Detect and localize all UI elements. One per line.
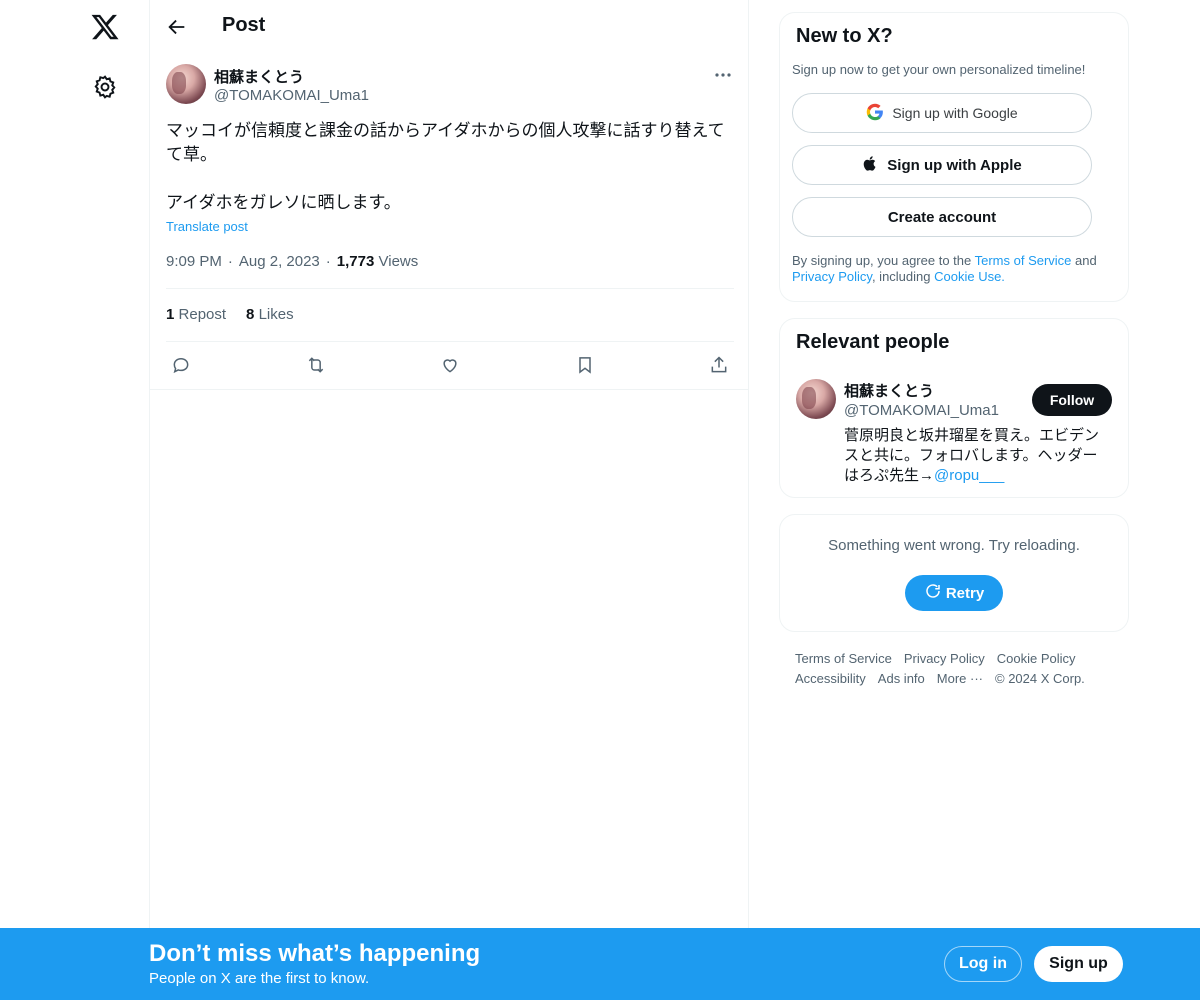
top-bar: Post [150,0,748,54]
divider [166,341,734,342]
new-to-x-card: New to X? Sign up now to get your own pe… [779,12,1129,302]
likes-stat[interactable]: 8 Likes [246,306,294,323]
author-handle[interactable]: @TOMAKOMAI_Uma1 [214,87,369,104]
follow-button[interactable]: Follow [1032,384,1112,416]
footer-link-cookie[interactable]: Cookie Policy [997,651,1076,666]
google-signup-label: Sign up with Google [892,105,1018,121]
post-stats: 1 Repost 8 Likes [166,306,294,323]
bookmark-icon[interactable] [570,350,600,380]
post-meta: 9:09 PM · Aug 2, 2023 · 1,773 Views [166,253,418,270]
apple-signup-label: Sign up with Apple [887,156,1022,174]
post-time[interactable]: 9:09 PM [166,253,222,270]
more-icon[interactable] [712,66,734,84]
bio-mention-link[interactable]: @ropu___ [934,467,1004,484]
footer-link-ads[interactable]: Ads info [878,671,925,686]
login-button[interactable]: Log in [944,946,1022,982]
divider [150,389,748,390]
person-handle[interactable]: @TOMAKOMAI_Uma1 [844,402,999,419]
legal-text: By signing up, you agree to the Terms of… [792,253,1112,285]
google-signup-button[interactable]: Sign up with Google [792,93,1092,133]
signup-button[interactable]: Sign up [1034,946,1123,982]
error-message: Something went wrong. Try reloading. [828,537,1080,554]
banner-subtitle: People on X are the first to know. [149,970,370,987]
post-date[interactable]: Aug 2, 2023 [239,253,320,270]
terms-link[interactable]: Terms of Service [975,253,1072,268]
reposts-count: 1 [166,306,175,323]
copyright: © 2024 X Corp. [995,671,1085,686]
relevant-people-title: Relevant people [796,331,950,353]
author-name[interactable]: 相蘇まくとう [214,66,304,87]
error-card: Something went wrong. Try reloading. Ret… [779,514,1129,632]
avatar[interactable] [166,64,206,104]
footer-link-terms[interactable]: Terms of Service [795,651,892,666]
banner-title: Don’t miss what’s happening [149,940,481,967]
cookie-link[interactable]: Cookie Use. [934,269,1005,284]
post-text: マッコイが信頼度と課金の話からアイダホからの個人攻撃に話すり替えてて草。 アイダ… [166,121,725,212]
share-icon[interactable] [704,350,734,380]
like-icon[interactable] [435,350,465,380]
signup-banner: Don’t miss what’s happening People on X … [0,928,1200,1000]
google-icon [866,103,884,124]
create-account-button[interactable]: Create account [792,197,1092,237]
meta-separator: · [227,253,233,270]
new-to-x-title: New to X? [796,25,893,47]
footer-link-more[interactable]: More ··· [937,671,983,686]
views-label: Views [378,253,419,270]
apple-signup-button[interactable]: Sign up with Apple [792,145,1092,185]
likes-count: 8 [246,306,255,323]
legal-text-2: and [1071,253,1097,268]
person-bio: 菅原明良と坂井瑠星を買え。エビデンスと共に。フォロバします。ヘッダーはろぷ先生→… [844,426,1108,486]
arrow-left-icon[interactable] [166,16,188,38]
main-column: Post 相蘇まくとう @TOMAKOMAI_Uma1 マッコイが信頼度と課金の… [149,0,749,1000]
action-bar [166,350,734,380]
reposts-stat[interactable]: 1 Repost [166,306,226,323]
page-title: Post [222,14,266,36]
privacy-link[interactable]: Privacy Policy [792,269,872,284]
footer-link-accessibility[interactable]: Accessibility [795,671,866,686]
legal-text-1: By signing up, you agree to the [792,253,975,268]
avatar[interactable] [796,379,836,419]
reposts-label: Repost [178,306,227,323]
apple-icon [862,155,879,176]
retry-button[interactable]: Retry [905,575,1003,611]
x-logo-icon[interactable] [90,12,120,42]
translate-post-link[interactable]: Translate post [166,219,248,234]
legal-text-3: , including [871,269,935,284]
views-stat: 1,773 Views [337,253,418,270]
divider [166,288,734,289]
left-nav [0,0,150,1000]
retry-label: Retry [945,584,985,602]
new-to-x-subtitle: Sign up now to get your own personalized… [792,62,1086,77]
reply-icon[interactable] [166,350,196,380]
person-name[interactable]: 相蘇まくとう [844,380,934,401]
repost-icon[interactable] [301,350,331,380]
gear-icon[interactable] [92,74,118,100]
likes-label: Likes [258,306,294,323]
views-count: 1,773 [336,253,375,270]
footer-link-privacy[interactable]: Privacy Policy [904,651,985,666]
relevant-people-card: Relevant people 相蘇まくとう @TOMAKOMAI_Uma1 F… [779,318,1129,498]
footer-links: Terms of Service Privacy Policy Cookie Pol… [795,649,1115,689]
meta-separator: · [325,253,331,270]
refresh-icon [924,582,942,604]
